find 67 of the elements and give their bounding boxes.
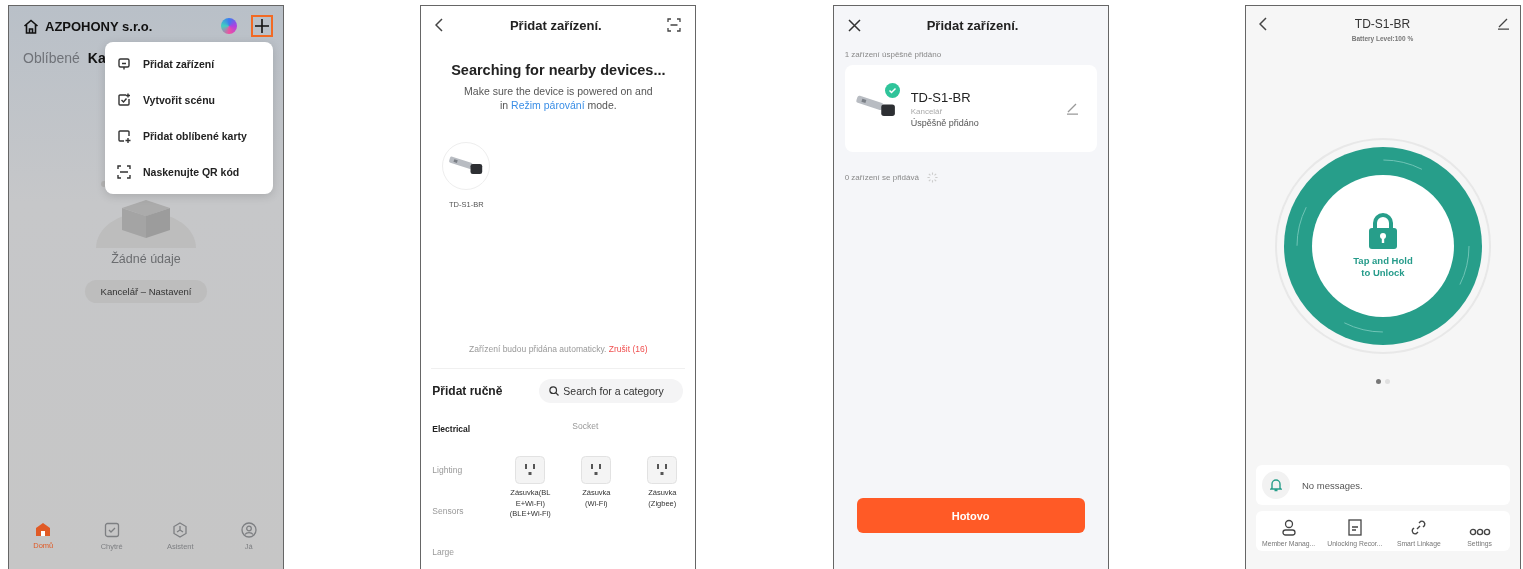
device-status: Úspěšně přidáno bbox=[910, 117, 980, 128]
device-room: Kancelář bbox=[910, 106, 944, 116]
home-icon bbox=[23, 18, 39, 34]
category-item[interactable]: Large bbox=[432, 544, 498, 559]
edit-icon[interactable] bbox=[1496, 17, 1510, 30]
menu-item[interactable]: Naskenujte QR kód bbox=[105, 154, 273, 190]
home-icon bbox=[35, 522, 52, 537]
menu-item[interactable]: Přidat oblíbené karty bbox=[105, 118, 273, 154]
page-dot[interactable] bbox=[1376, 379, 1381, 384]
link-icon bbox=[1410, 519, 1428, 536]
device-icon bbox=[117, 57, 131, 71]
done-button[interactable]: Hotovo bbox=[856, 498, 1085, 533]
menu-item[interactable]: Přidat zařízení bbox=[105, 46, 273, 82]
socket-icon[interactable] bbox=[515, 456, 546, 484]
socket-icon[interactable] bbox=[647, 456, 678, 484]
close-icon[interactable] bbox=[847, 18, 861, 32]
hexagon-icon bbox=[172, 522, 189, 538]
category-search-field[interactable]: Search for a category bbox=[539, 379, 684, 403]
screen-title: Přidat zařízení. bbox=[509, 17, 602, 33]
padlock-icon bbox=[1368, 213, 1398, 249]
scan-icon bbox=[117, 165, 131, 179]
auto-add-note: Zařízení budou přidána automaticky. Zrušit (16) bbox=[431, 344, 686, 369]
category-item[interactable]: Lighting bbox=[432, 462, 498, 477]
unlock-label: Tap and Hold to Unlock bbox=[1352, 255, 1414, 279]
back-icon[interactable] bbox=[1259, 17, 1268, 31]
scene-add-icon bbox=[117, 93, 131, 107]
document-icon bbox=[1347, 519, 1362, 536]
empty-message: Žádné údaje bbox=[111, 252, 181, 266]
lock-cylinder-drawing bbox=[854, 94, 897, 119]
messages-text: No messages. bbox=[1302, 479, 1363, 491]
device-title: TD-S1-BR bbox=[1354, 17, 1411, 31]
room-tab[interactable]: Ka bbox=[87, 50, 106, 66]
subcategory-title: Socket bbox=[572, 421, 600, 431]
plus-icon bbox=[255, 19, 269, 33]
card-add-icon bbox=[117, 129, 131, 143]
add-button[interactable] bbox=[251, 15, 273, 37]
room-tab[interactable]: Oblíbené bbox=[23, 50, 80, 66]
search-heading: Searching for nearby devices... bbox=[450, 62, 667, 78]
cancel-link[interactable]: Zrušit (16) bbox=[608, 344, 648, 354]
unlock-button[interactable]: Tap and Hold to Unlock bbox=[1274, 137, 1492, 355]
device-name: TD-S1-BR bbox=[910, 89, 972, 105]
check-badge-icon bbox=[884, 82, 900, 98]
pairing-mode-link[interactable]: Režim párování bbox=[511, 99, 585, 111]
back-icon[interactable] bbox=[435, 18, 445, 32]
lock-cylinder-drawing bbox=[448, 156, 485, 176]
person-icon bbox=[1280, 519, 1297, 536]
app-logo-icon[interactable] bbox=[221, 18, 237, 34]
room-settings-button[interactable]: Kancelář – Nastavení bbox=[84, 280, 208, 303]
pending-count: 0 zařízení se přidává bbox=[844, 173, 919, 182]
screen-title: Přidat zařízení. bbox=[926, 17, 1019, 33]
menu-item[interactable]: Vytvořit scénu bbox=[105, 82, 273, 118]
socket-icon[interactable] bbox=[581, 456, 612, 484]
search-icon bbox=[549, 386, 560, 396]
category-item[interactable]: Sensors bbox=[432, 503, 498, 518]
device-card[interactable]: TD-S1-BR Kancelář Úspěšně přidáno bbox=[844, 65, 1097, 152]
category-item[interactable]: Electrical bbox=[432, 421, 498, 436]
pairing-hint: Make sure the device is powered on and in Režim párování mode. bbox=[463, 84, 654, 112]
section-title: Přidat ručně bbox=[432, 384, 503, 398]
checkbox-icon bbox=[103, 522, 120, 538]
added-count: 1 zařízení úspěšně přidáno bbox=[844, 50, 943, 59]
profile-icon bbox=[240, 522, 257, 538]
spinner-icon bbox=[926, 172, 938, 183]
bell-icon bbox=[1262, 471, 1290, 499]
scan-icon[interactable] bbox=[667, 18, 682, 32]
more-icon bbox=[1468, 528, 1491, 536]
messages-card[interactable]: No messages. bbox=[1256, 465, 1510, 505]
home-title[interactable]: AZPOHONY s.r.o. bbox=[45, 18, 221, 34]
